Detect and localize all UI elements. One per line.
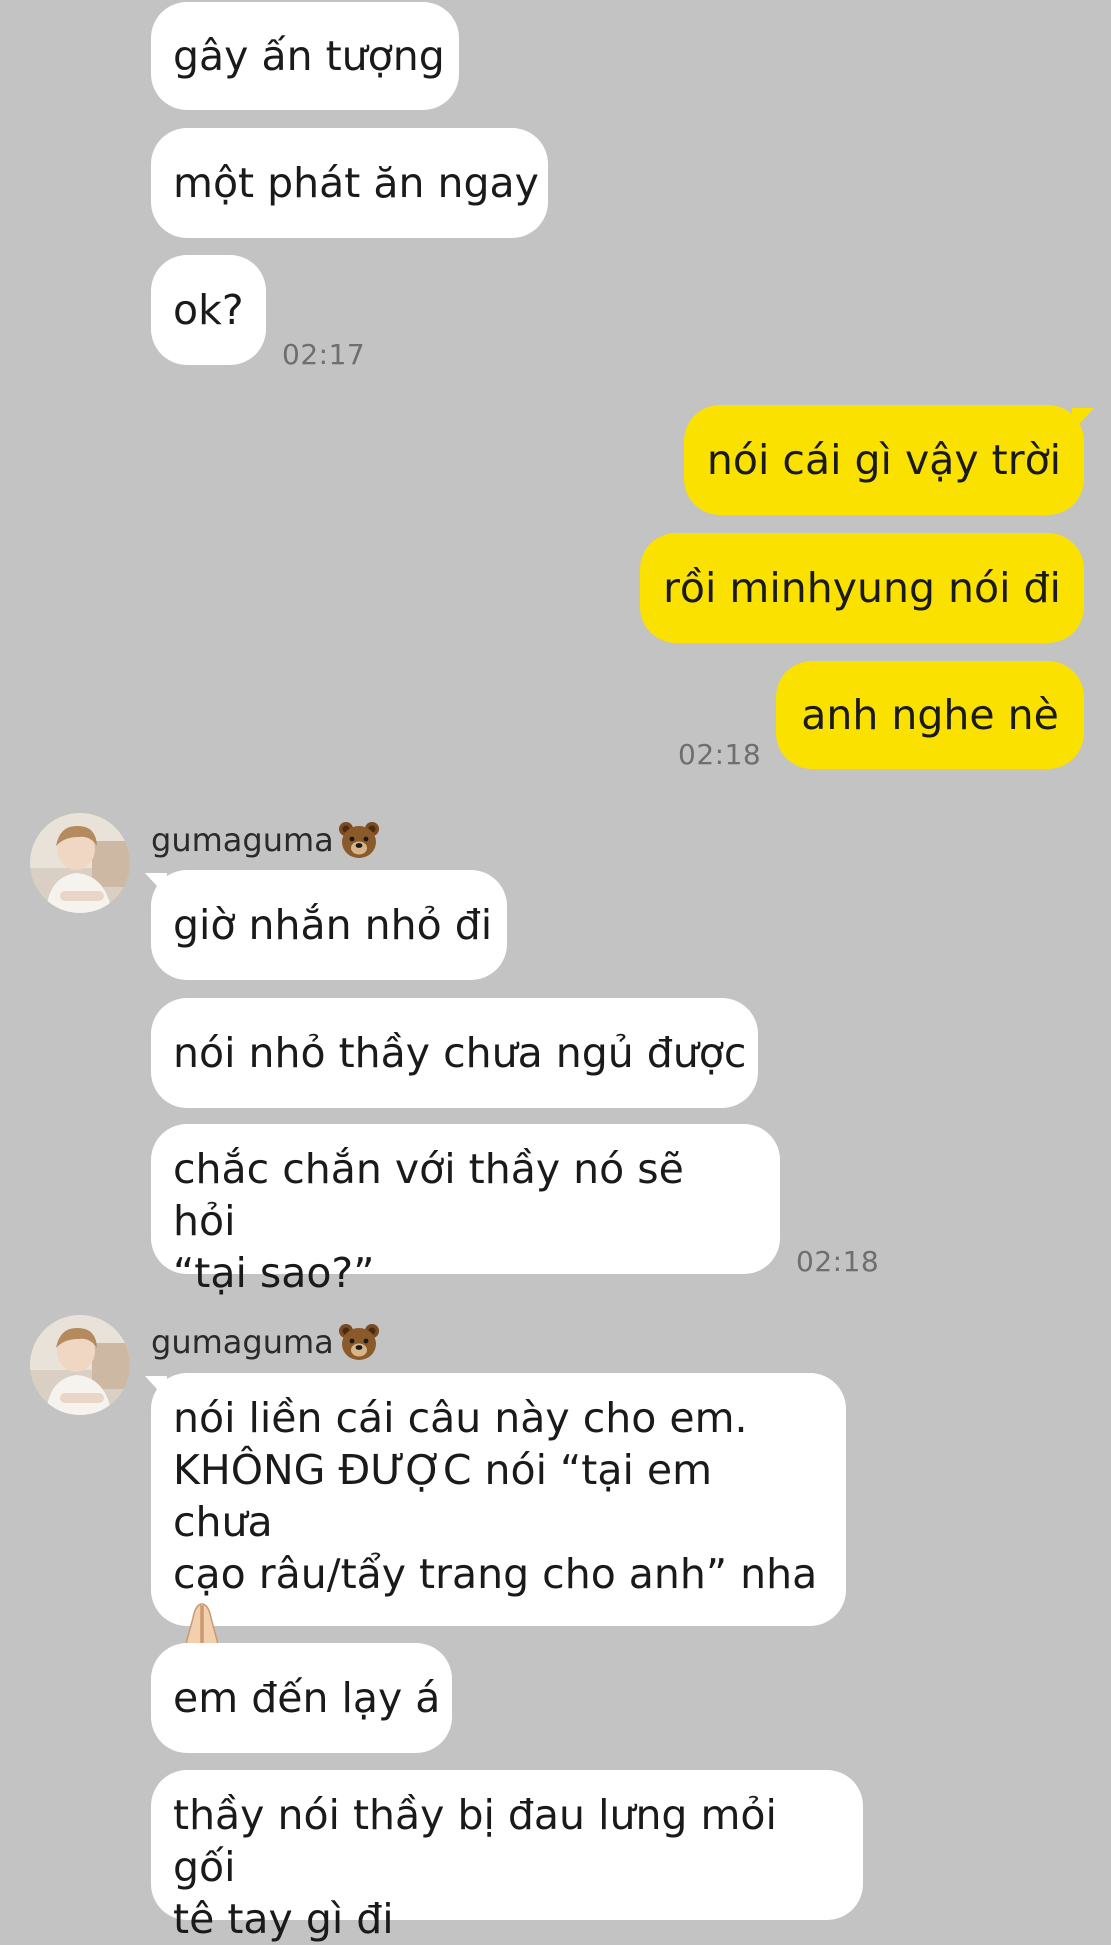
message-timestamp: 02:18 [678, 738, 762, 771]
message-text: anh nghe nè [801, 691, 1059, 739]
message-text: rồi minhyung nói đi [663, 564, 1061, 612]
message-timestamp: 02:18 [796, 1245, 880, 1278]
outgoing-message[interactable]: rồi minhyung nói đi [640, 533, 1084, 643]
message-text: giờ nhắn nhỏ đi [173, 901, 493, 949]
message-text-line: thầy nói thầy bị đau lưng mỏi gối [173, 1791, 777, 1891]
message-timestamp: 02:17 [282, 338, 366, 371]
incoming-message[interactable]: em đến lạy á [151, 1643, 452, 1753]
message-text: nói nhỏ thầy chưa ngủ được [173, 1029, 747, 1077]
message-text-line: tê tay gì đi [173, 1895, 394, 1943]
incoming-message[interactable]: chắc chắn với thầy nó sẽ hỏi “tại sao?” [151, 1124, 780, 1297]
message-text-line: “tại sao?” [173, 1249, 375, 1297]
message-text: em đến lạy á [173, 1674, 441, 1722]
sender-name[interactable]: gumaguma [151, 820, 380, 860]
incoming-message[interactable]: ok? [151, 255, 266, 365]
message-text: một phát ăn ngay [173, 159, 539, 207]
sender-avatar[interactable] [30, 813, 130, 913]
outgoing-message[interactable]: nói cái gì vậy trời [684, 405, 1084, 515]
message-text-line: nói liền cái câu này cho em. [173, 1394, 748, 1442]
incoming-message[interactable]: nói liền cái câu này cho em. KHÔNG ĐƯỢC … [151, 1373, 846, 1656]
bear-face-icon [338, 1324, 379, 1360]
chat-thread[interactable]: gây ấn tượng một phát ăn ngay ok? 02:17 … [0, 0, 1111, 1943]
outgoing-message[interactable]: anh nghe nè [776, 661, 1084, 769]
message-text-line: KHÔNG ĐƯỢC nói “tại em chưa [173, 1446, 713, 1546]
message-text: ok? [173, 286, 244, 334]
incoming-message[interactable]: thầy nói thầy bị đau lưng mỏi gối tê tay… [151, 1770, 863, 1943]
message-text-line: chắc chắn với thầy nó sẽ hỏi [173, 1145, 684, 1245]
sender-name[interactable]: gumaguma [151, 1322, 380, 1362]
sender-avatar[interactable] [30, 1315, 130, 1415]
incoming-message[interactable]: một phát ăn ngay [151, 128, 548, 238]
incoming-message[interactable]: giờ nhắn nhỏ đi [151, 870, 507, 980]
message-text: nói cái gì vậy trời [706, 436, 1062, 484]
bear-face-icon [338, 822, 379, 858]
incoming-message[interactable]: gây ấn tượng [151, 2, 459, 110]
message-text-line: cạo râu/tẩy trang cho anh” nha [173, 1550, 818, 1598]
message-text: gây ấn tượng [173, 32, 445, 80]
incoming-message[interactable]: nói nhỏ thầy chưa ngủ được [151, 998, 758, 1108]
